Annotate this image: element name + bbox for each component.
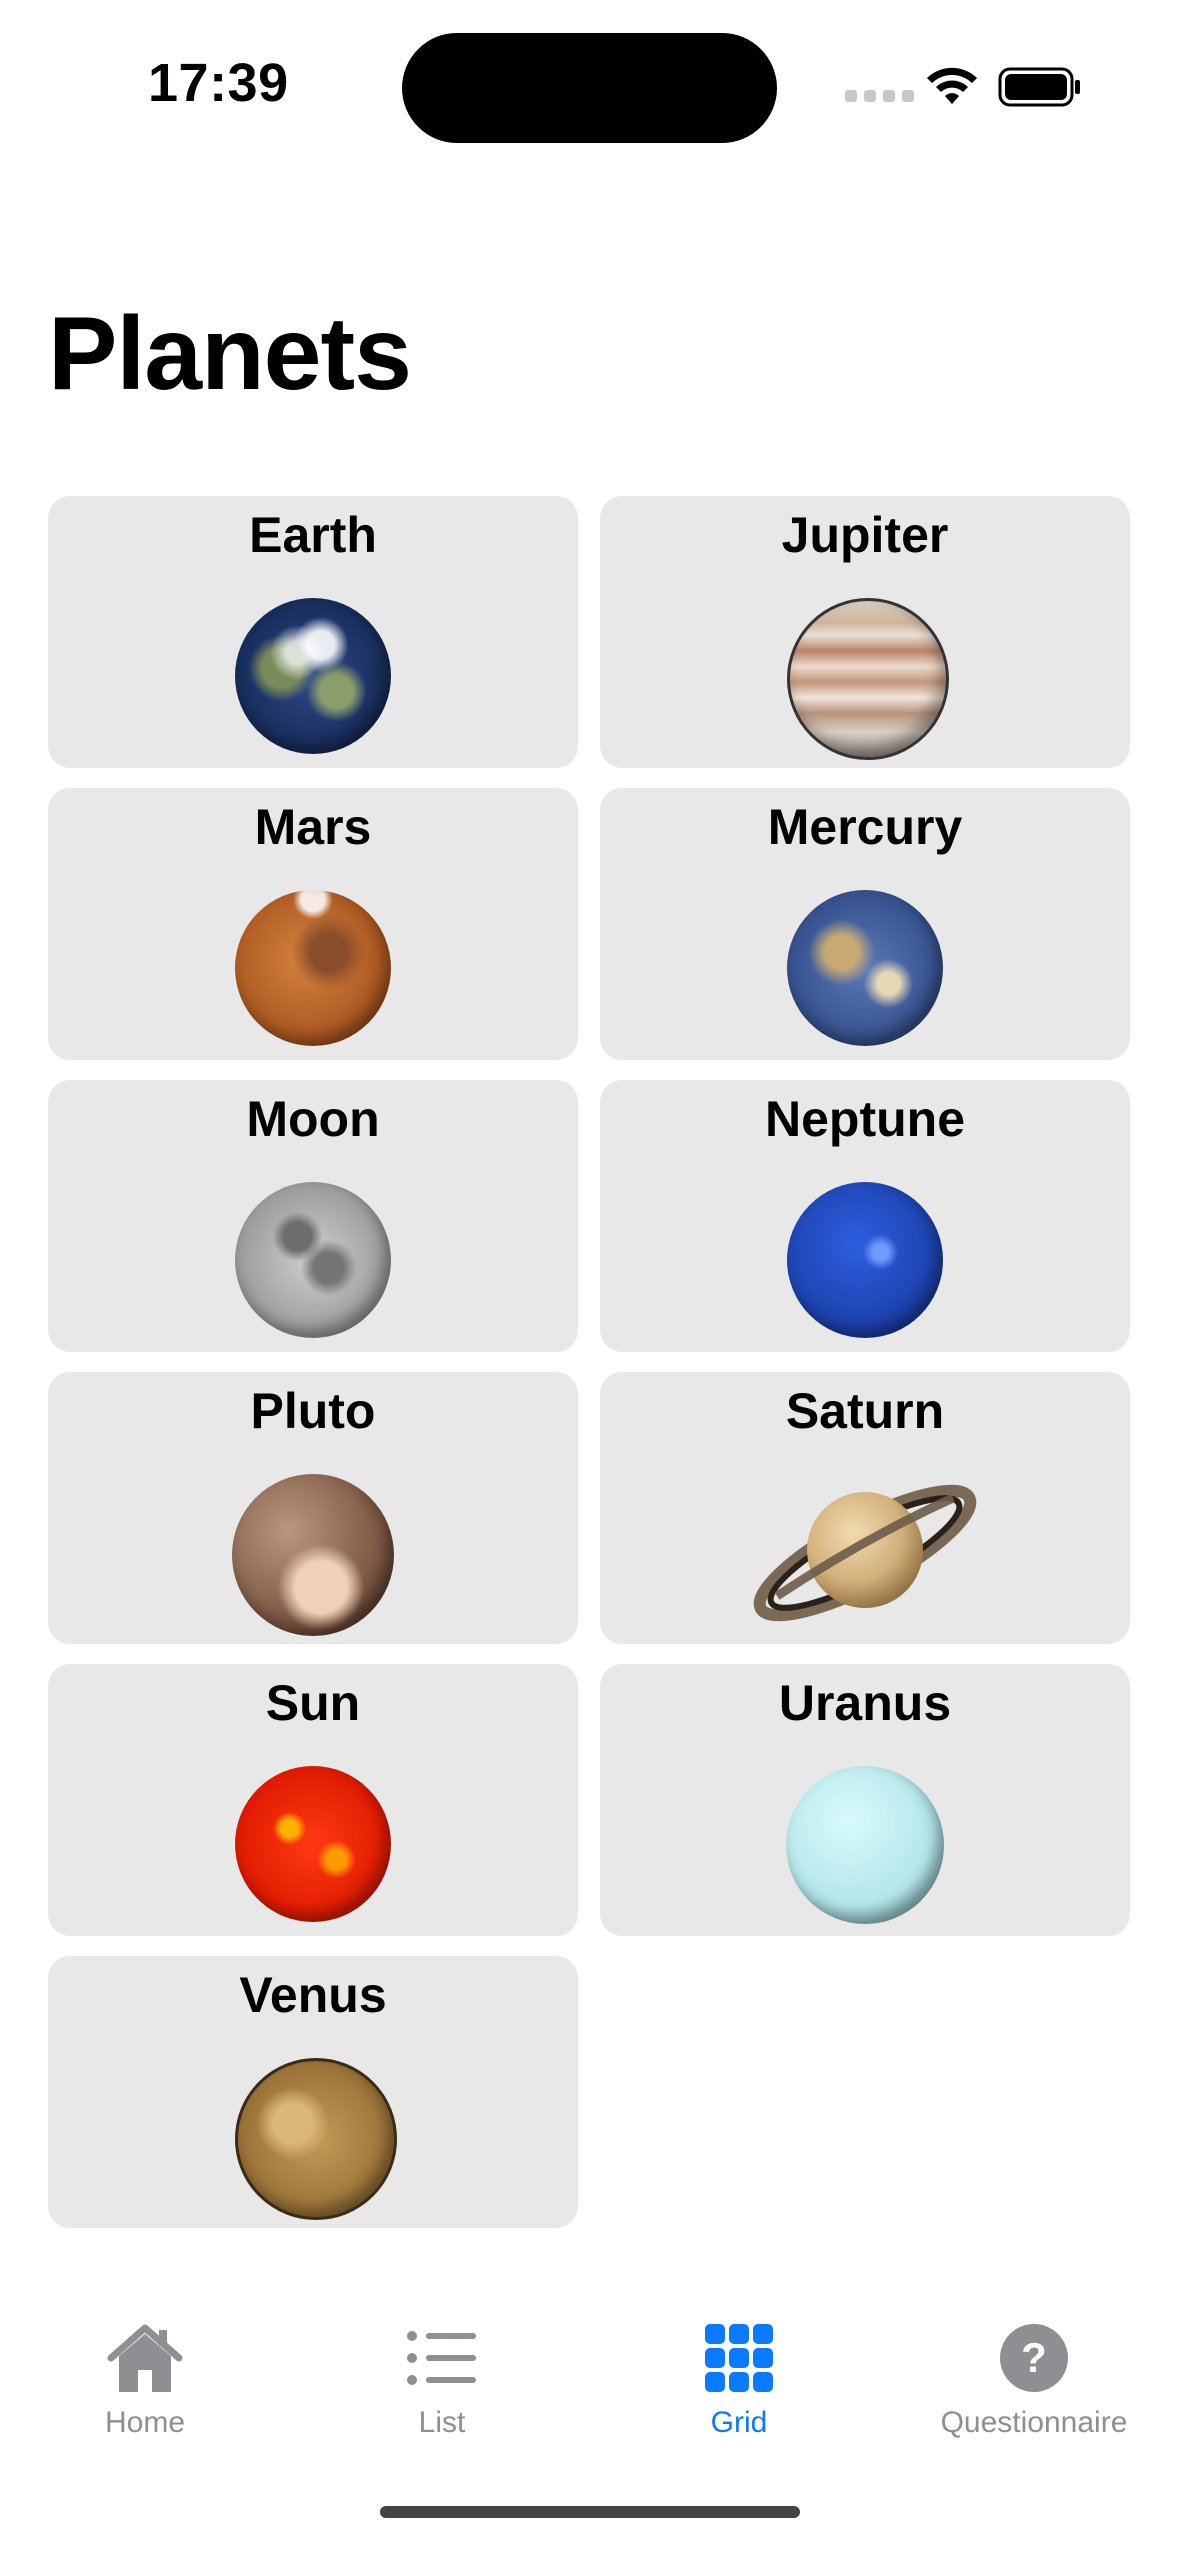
planet-card-jupiter[interactable]: Jupiter [600, 496, 1130, 768]
tab-label: Home [104, 2406, 186, 2439]
status-time: 17:39 [148, 53, 289, 113]
tab-label: Grid [710, 2406, 768, 2439]
svg-text:?: ? [1021, 2334, 1047, 2381]
mars-image [235, 890, 391, 1046]
planet-name: Earth [249, 507, 377, 563]
tab-label: List [418, 2406, 466, 2439]
planet-card-mercury[interactable]: Mercury [600, 788, 1130, 1060]
sun-image [235, 1766, 391, 1922]
grid-icon [705, 2324, 773, 2392]
battery-icon [998, 67, 1080, 107]
planet-card-saturn[interactable]: Saturn [600, 1372, 1130, 1644]
planet-card-sun[interactable]: Sun [48, 1664, 578, 1936]
planet-name: Pluto [250, 1383, 376, 1439]
question-icon: ? [1000, 2324, 1068, 2392]
planet-name: Saturn [785, 1383, 945, 1439]
planet-card-moon[interactable]: Moon [48, 1080, 578, 1352]
uranus-image [786, 1766, 944, 1924]
planet-grid: Earth Jupiter Mars Mercury Moon Neptune … [48, 496, 1130, 2228]
pluto-image [232, 1474, 394, 1636]
neptune-image [787, 1182, 943, 1338]
home-indicator[interactable] [380, 2506, 800, 2518]
planet-name: Venus [239, 1967, 387, 2023]
venus-image [235, 2058, 397, 2220]
saturn-image [753, 1484, 977, 1622]
list-icon [407, 2331, 476, 2385]
planet-card-earth[interactable]: Earth [48, 496, 578, 768]
mercury-image [787, 890, 943, 1046]
planet-card-neptune[interactable]: Neptune [600, 1080, 1130, 1352]
cellular-signal-icon [845, 90, 914, 102]
tab-home[interactable]: Home [0, 2322, 295, 2440]
tab-list[interactable]: List [292, 2322, 592, 2440]
jupiter-image [787, 598, 949, 760]
planet-name: Mercury [767, 799, 963, 855]
house-icon [107, 2324, 183, 2392]
dynamic-island [402, 33, 777, 143]
planet-card-venus[interactable]: Venus [48, 1956, 578, 2228]
page-title: Planets [48, 296, 412, 412]
earth-image [235, 598, 391, 754]
planet-name: Sun [265, 1675, 361, 1731]
wifi-icon [927, 67, 977, 104]
planet-name: Mars [254, 799, 372, 855]
tab-questionnaire[interactable]: ? Questionnaire [884, 2322, 1179, 2440]
planet-name: Uranus [778, 1675, 952, 1731]
tab-grid[interactable]: Grid [589, 2322, 889, 2440]
planet-name: Jupiter [781, 507, 949, 563]
moon-image [235, 1182, 391, 1338]
planet-card-mars[interactable]: Mars [48, 788, 578, 1060]
planet-card-uranus[interactable]: Uranus [600, 1664, 1130, 1936]
tab-label: Questionnaire [940, 2406, 1128, 2439]
planet-name: Moon [246, 1091, 380, 1147]
planet-card-pluto[interactable]: Pluto [48, 1372, 578, 1644]
planet-name: Neptune [765, 1091, 965, 1147]
status-bar: 17:39 [0, 0, 1179, 170]
